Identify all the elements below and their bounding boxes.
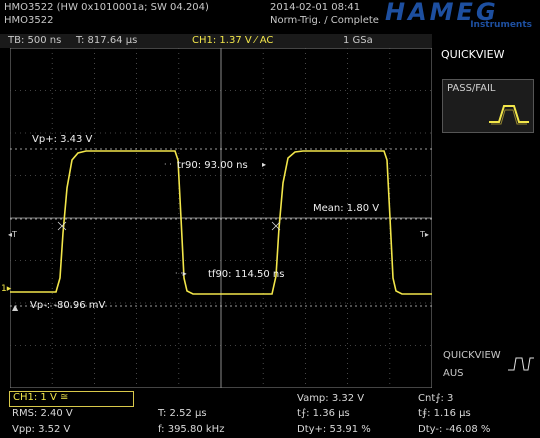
device-info: HMO3522 (HW 0x1010001a; SW 04.204) — [4, 2, 209, 13]
rise-time-measurement: t⨍: 1.36 µs — [297, 408, 350, 419]
vp-minus-label: Vp-: -80.96 mV — [30, 300, 106, 311]
frequency-measurement: f: 395.80 kHz — [158, 424, 225, 435]
device-model: HMO3522 — [4, 15, 54, 26]
quickview-waveform-icon — [508, 357, 534, 371]
logo-subtext: Instruments — [470, 20, 532, 30]
waveform-display[interactable] — [10, 48, 432, 388]
passfail-softkey[interactable]: PASS/FAIL — [442, 79, 534, 133]
sample-rate-readout: 1 GSa — [343, 35, 373, 46]
hameg-logo: HAMEG Instruments — [385, 0, 535, 31]
acquisition-bar: TB: 500 ns T: 817.64 µs CH1: 1.37 V ⁄ AC… — [0, 34, 432, 48]
side-menu: QUICKVIEW PASS/FAIL QUICKVIEW AUS — [433, 34, 540, 388]
duty-minus-measurement: Dty-: -46.08 % — [418, 424, 491, 435]
timebase-readout[interactable]: TB: 500 ns — [8, 35, 61, 46]
quickview-bottom-label[interactable]: QUICKVIEW — [443, 350, 501, 361]
tr90-label: tr90: 93.00 ns — [177, 160, 248, 171]
channel-readout[interactable]: CH1: 1.37 V ⁄ AC — [192, 35, 273, 46]
trigger-marker-left-icon: ◂T — [8, 230, 17, 239]
tr90-arrow-right-icon: ▸ — [262, 160, 267, 169]
period-measurement: T: 2.52 µs — [158, 408, 207, 419]
passfail-mask-icon — [489, 105, 529, 125]
rms-measurement: RMS: 2.40 V — [12, 408, 73, 419]
datetime: 2014-02-01 08:41 — [270, 2, 361, 13]
passfail-label: PASS/FAIL — [447, 83, 496, 94]
count-measurement: Cnt⨍: 3 — [418, 393, 454, 404]
vpp-measurement: Vpp: 3.52 V — [12, 424, 71, 435]
trigger-status: Norm-Trig. / Complete — [270, 15, 379, 26]
mean-label: Mean: 1.80 V — [313, 203, 380, 214]
trigger-marker-right-icon: T▸ — [420, 230, 429, 239]
vamp-measurement: Vamp: 3.32 V — [297, 393, 365, 404]
fall-time-measurement: t⨎: 1.16 µs — [418, 408, 471, 419]
quickview-title: QUICKVIEW — [441, 48, 505, 61]
tf90-arrow-icon: · ·▸ — [175, 269, 187, 278]
measurement-panel: CH1: 1 V ≅ RMS: 2.40 V Vpp: 3.52 V T: 2.… — [0, 388, 540, 438]
duty-plus-measurement: Dty+: 53.91 % — [297, 424, 371, 435]
ch1-ground-marker-icon: 1▸ — [1, 284, 12, 294]
trigger-time-readout[interactable]: T: 817.64 µs — [76, 35, 137, 46]
vp-plus-label: Vp+: 3.43 V — [32, 134, 93, 145]
ch1-settings-box[interactable]: CH1: 1 V ≅ — [9, 391, 134, 407]
aus-label[interactable]: AUS — [443, 368, 464, 379]
ch1-setting-label: CH1: 1 V ≅ — [13, 392, 69, 403]
tf90-label: tf90: 114.50 ns — [208, 269, 285, 280]
status-header: HMO3522 (HW 0x1010001a; SW 04.204) HMO35… — [0, 0, 540, 34]
tr90-arrow-icon: · · — [164, 160, 172, 169]
trigger-level-icon: ▲ — [12, 303, 19, 312]
